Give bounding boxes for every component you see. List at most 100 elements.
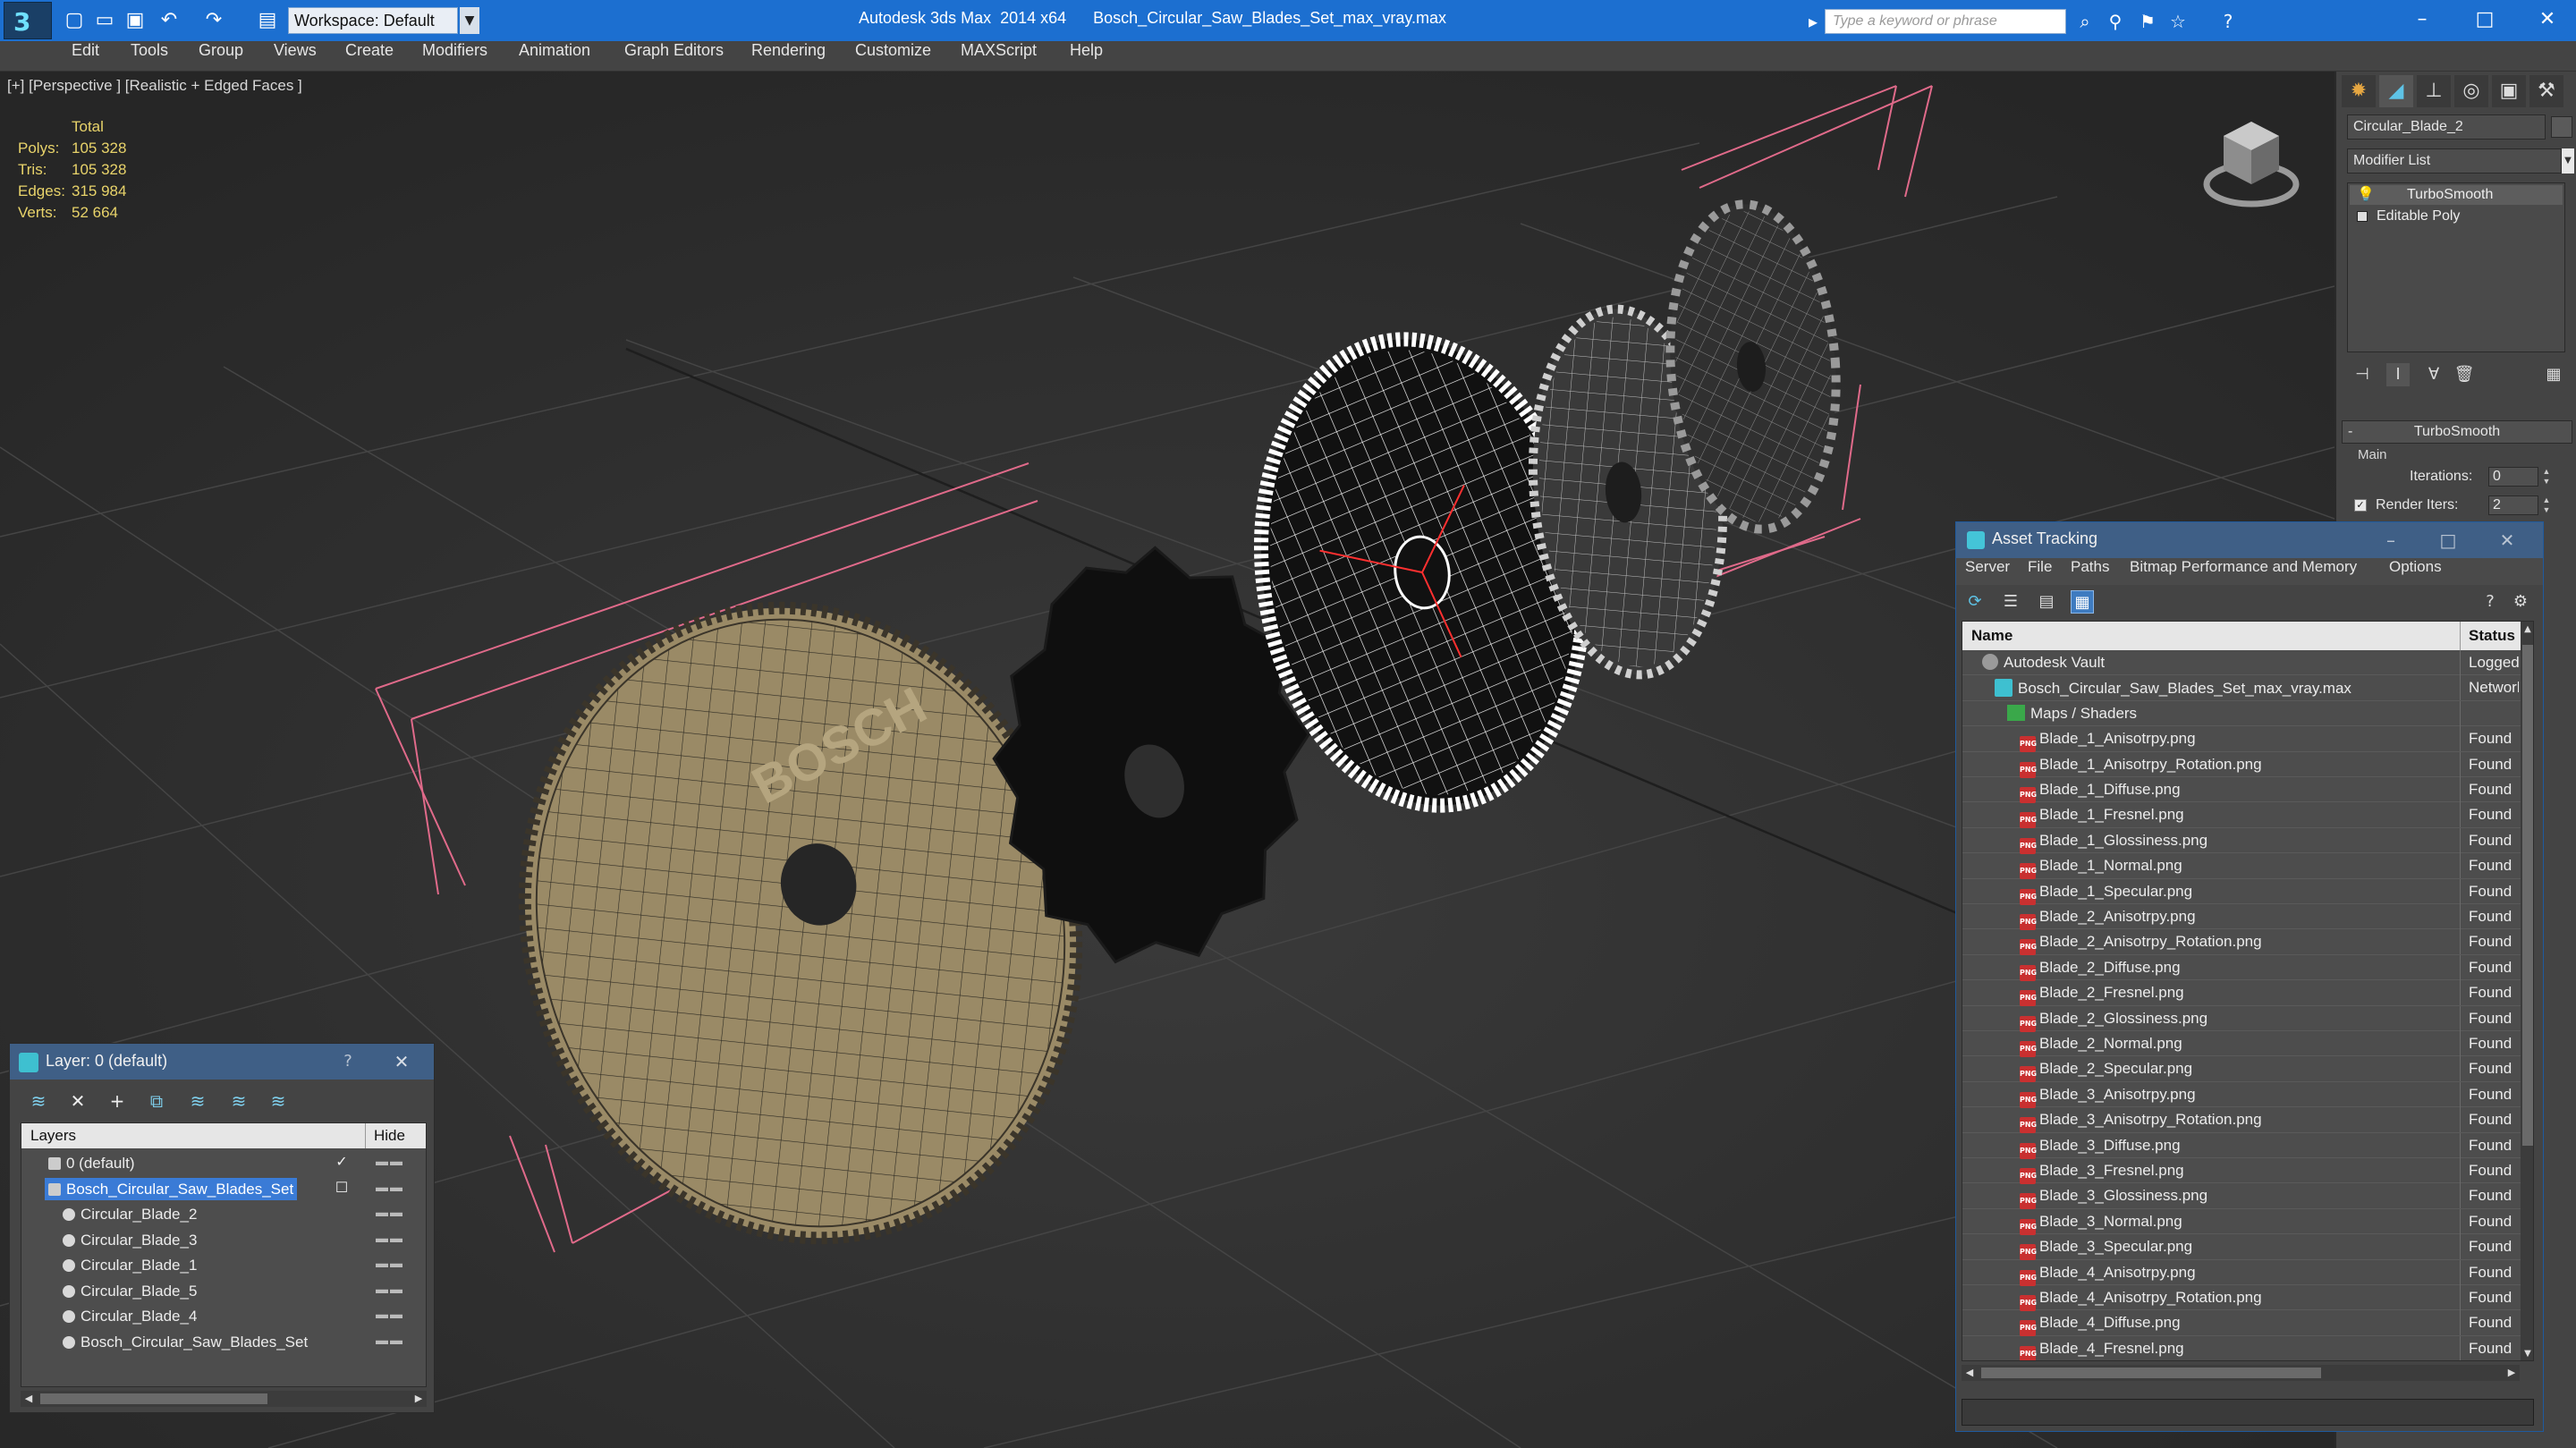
show-end-result-icon[interactable]: Ⅰ [2386,363,2410,386]
set-current-layer-box-icon[interactable]: ☐ [333,1180,351,1198]
column-header-status[interactable]: Status [2469,627,2515,645]
column-divider[interactable] [2460,622,2461,650]
display-tab-icon[interactable]: ▣ [2492,75,2526,107]
scrollbar-thumb[interactable] [40,1393,267,1404]
layer-row[interactable]: Circular_Blade_3 ▬▬ [21,1227,426,1253]
app-logo-icon[interactable]: 3 [4,2,52,39]
asset-row[interactable]: PNG Blade_4_Anisotrpy_Rotation.png Found [1962,1285,2521,1311]
column-header-layers[interactable]: Layers [30,1127,76,1145]
menu-views[interactable]: Views [274,41,317,72]
scroll-up-icon[interactable]: ▲ [2521,622,2533,638]
hide-toggle-icon[interactable]: ▬▬ [376,1282,426,1296]
asset-row[interactable]: PNG Blade_2_Fresnel.png Found [1962,980,2521,1007]
layer-row[interactable]: Bosch_Circular_Saw_Blades_Set ▬▬ [21,1329,426,1355]
object-color-swatch[interactable] [2551,116,2572,138]
horizontal-scrollbar[interactable]: ◀ ▶ [21,1391,427,1407]
redo-icon[interactable]: ↷ [202,9,225,32]
menu-modifiers[interactable]: Modifiers [422,41,487,72]
asset-row[interactable]: PNG Blade_3_Anisotrpy_Rotation.png Found [1962,1107,2521,1134]
maximize-icon[interactable]: □ [2430,528,2466,553]
current-layer-check-icon[interactable]: ✓ [333,1154,351,1172]
viewport-label-menu[interactable]: [+] [Perspective ] [Realistic + Edged Fa… [7,77,302,95]
render-iters-spinner[interactable]: 2 [2488,495,2538,515]
select-objects-icon[interactable]: ⧉ [144,1088,169,1114]
menu-create[interactable]: Create [345,41,394,72]
asset-tracking-titlebar[interactable]: Asset Tracking – □ ✕ [1956,522,2543,558]
menu-maxscript[interactable]: MAXScript [961,41,1037,72]
vertical-scrollbar[interactable]: ▲ ▼ [2521,622,2533,1360]
asset-row[interactable]: PNG Blade_3_Glossiness.png Found [1962,1183,2521,1210]
menu-tools[interactable]: Tools [131,41,168,72]
render-iters-checkbox[interactable]: ✓ [2354,499,2367,512]
add-to-layer-icon[interactable]: + [105,1088,130,1114]
help-icon[interactable]: ? [2479,590,2502,614]
minimize-icon[interactable]: – [2401,5,2444,34]
grid-view-icon[interactable]: ▦ [2071,590,2094,614]
menu-rendering[interactable]: Rendering [751,41,826,72]
scroll-left-icon[interactable]: ◀ [21,1391,37,1407]
set-current-layer-box-icon[interactable] [333,1307,351,1325]
hide-toggle-icon[interactable]: ▬▬ [376,1307,426,1321]
set-current-layer-box-icon[interactable] [333,1231,351,1249]
asset-row[interactable]: PNG Blade_2_Diffuse.png Found [1962,954,2521,981]
scroll-right-icon[interactable]: ▶ [2504,1365,2520,1381]
menu-help[interactable]: Help [1070,41,1103,72]
hide-toggle-icon[interactable]: ▬▬ [376,1180,426,1194]
lightbulb-icon[interactable]: 💡 [2357,185,2375,205]
scroll-right-icon[interactable]: ▶ [411,1391,427,1407]
asset-row[interactable]: PNG Blade_1_Anisotrpy.png Found [1962,726,2521,753]
create-layer-icon[interactable]: ≋ [26,1088,51,1114]
asset-row[interactable]: PNG Blade_2_Glossiness.png Found [1962,1005,2521,1032]
set-current-layer-box-icon[interactable] [333,1256,351,1274]
object-name-field[interactable]: Circular_Blade_2 [2347,114,2546,140]
help-icon[interactable]: ? [335,1049,360,1074]
save-file-icon[interactable]: ▣ [123,9,147,32]
layer-row[interactable]: Circular_Blade_2 ▬▬ [21,1201,426,1227]
hide-toggle-icon[interactable]: ▬▬ [376,1231,426,1245]
layer-explorer-titlebar[interactable]: Layer: 0 (default) ? ✕ [10,1044,434,1080]
layer-row[interactable]: 0 (default) ✓ ▬▬ [21,1150,426,1176]
asset-row[interactable]: PNG Blade_2_Anisotrpy.png Found [1962,904,2521,930]
asset-row[interactable]: PNG Blade_2_Normal.png Found [1962,1031,2521,1057]
asset-row[interactable]: PNG Blade_4_Diffuse.png Found [1962,1310,2521,1337]
asset-row[interactable]: Bosch_Circular_Saw_Blades_Set_max_vray.m… [1962,675,2521,701]
vault-settings-icon[interactable]: ⚙ [2509,590,2532,614]
menu-customize[interactable]: Customize [855,41,931,72]
set-current-layer-box-icon[interactable] [333,1333,351,1351]
spinner-arrows-icon[interactable]: ▲ ▼ [2540,467,2553,487]
menu-animation[interactable]: Animation [519,41,590,72]
menu-options[interactable]: Options [2389,558,2442,585]
menu-server[interactable]: Server [1965,558,2010,585]
hide-toggle-icon[interactable]: ▬▬ [376,1205,426,1219]
column-header-hide[interactable]: Hide [374,1127,405,1145]
menu-paths[interactable]: Paths [2071,558,2109,585]
communication-center-icon[interactable]: ⚑ [2136,11,2159,32]
workspace-dropdown[interactable]: Workspace: Default [288,7,458,34]
asset-row[interactable]: PNG Blade_2_Anisotrpy_Rotation.png Found [1962,929,2521,956]
menu-file[interactable]: File [2028,558,2052,585]
asset-row[interactable]: Autodesk Vault Logged Out [1962,650,2521,676]
asset-row[interactable]: PNG Blade_1_Glossiness.png Found [1962,827,2521,854]
asset-row[interactable]: PNG Blade_4_Anisotrpy.png Found [1962,1259,2521,1286]
menu-group[interactable]: Group [199,41,243,72]
hide-toggle-icon[interactable]: ▬▬ [376,1256,426,1270]
spinner-arrows-icon[interactable]: ▲ ▼ [2540,495,2553,515]
asset-row[interactable]: PNG Blade_4_Fresnel.png Found [1962,1335,2521,1360]
modifier-list-dropdown[interactable]: Modifier List [2347,148,2562,174]
asset-row[interactable]: Maps / Shaders [1962,700,2521,727]
refresh-icon[interactable]: ⟳ [1963,590,1987,614]
create-tab-icon[interactable]: ✹ [2342,75,2376,107]
favorites-star-icon[interactable]: ☆ [2166,11,2190,32]
scrollbar-thumb[interactable] [2522,645,2533,1146]
scrollbar-thumb[interactable] [1981,1368,2321,1378]
make-unique-icon[interactable]: ∀ [2422,363,2445,386]
asset-row[interactable]: PNG Blade_3_Specular.png Found [1962,1234,2521,1261]
layer-row[interactable]: Circular_Blade_5 ▬▬ [21,1278,426,1304]
hide-all-layers-icon[interactable]: ≋ [226,1088,251,1114]
layer-row[interactable]: Circular_Blade_1 ▬▬ [21,1252,426,1278]
freeze-all-layers-icon[interactable]: ≋ [266,1088,291,1114]
motion-tab-icon[interactable]: ◎ [2454,75,2488,107]
new-file-icon[interactable]: ▢ [63,9,86,32]
asset-row[interactable]: PNG Blade_3_Diffuse.png Found [1962,1132,2521,1159]
asset-row[interactable]: PNG Blade_3_Normal.png Found [1962,1208,2521,1235]
